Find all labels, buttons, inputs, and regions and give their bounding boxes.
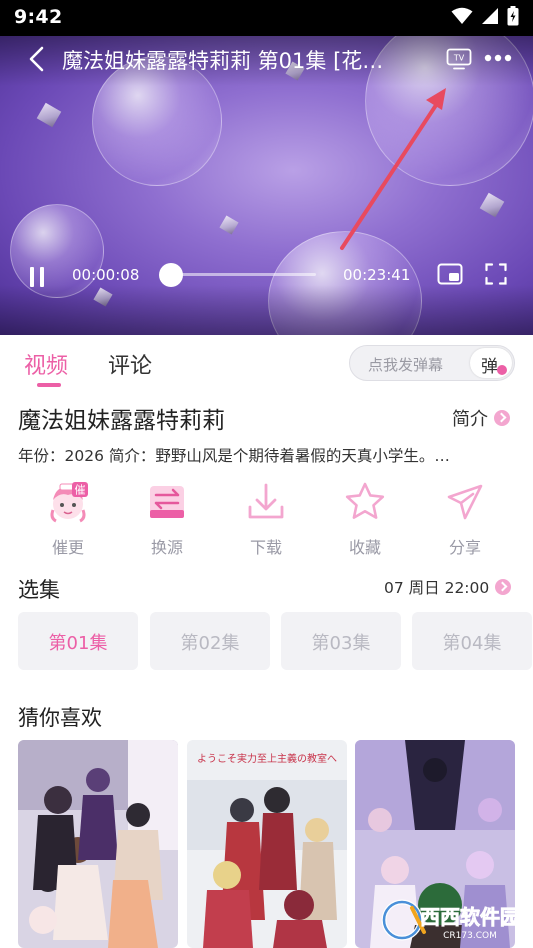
poster-image — [18, 740, 178, 948]
switch-source-button[interactable]: 换源 — [132, 480, 202, 558]
wifi-icon — [451, 7, 473, 24]
poster-caption: ようこそ実力至上主義の教室へ — [197, 752, 337, 765]
episodes-title: 选集 — [18, 578, 60, 602]
episode-label: 第03集 — [311, 633, 371, 654]
episode-item[interactable]: 第02集 — [150, 612, 270, 670]
episode-item[interactable]: 第04集 — [412, 612, 532, 670]
chevron-right-icon — [495, 579, 512, 595]
tab-comments[interactable]: 评论 — [108, 348, 152, 380]
action-label: 换源 — [150, 538, 183, 557]
intro-link-label: 简介 — [452, 409, 488, 430]
share-button[interactable]: 分享 — [430, 480, 500, 558]
episode-label: 第04集 — [442, 633, 502, 654]
annotation-arrow — [340, 88, 446, 250]
current-time: 00:00:08 — [72, 266, 140, 284]
episode-item[interactable]: 第01集 — [18, 612, 138, 670]
danmaku-placeholder: 点我发弹幕 — [368, 356, 444, 374]
action-label: 下载 — [249, 538, 282, 557]
recommendation-card[interactable]: ようこそ実力至上主義の教室へ — [187, 740, 347, 948]
pause-icon[interactable] — [28, 266, 46, 288]
video-cube — [36, 102, 62, 128]
check-badge-icon — [497, 365, 507, 375]
download-icon — [248, 483, 284, 519]
poster-image: ようこそ実力至上主義の教室へ — [187, 740, 347, 948]
star-icon — [345, 482, 385, 519]
recommendation-card[interactable] — [18, 740, 178, 948]
switch-source-icon — [150, 486, 184, 518]
tab-active-indicator — [37, 383, 61, 387]
tv-cast-icon[interactable]: TV — [446, 48, 472, 70]
danmaku-toggle-label: 弹 — [481, 357, 498, 377]
battery-charging-icon — [507, 6, 519, 26]
recommendations-title: 猜你喜欢 — [18, 706, 102, 730]
episode-item[interactable]: 第03集 — [281, 612, 401, 670]
favorite-button[interactable]: 收藏 — [330, 480, 400, 558]
share-icon — [447, 484, 483, 520]
more-icon[interactable] — [484, 50, 512, 66]
player-bottom-bar — [0, 285, 533, 335]
seek-bar[interactable] — [170, 273, 316, 276]
schedule-link[interactable]: 07 周日 22:00 — [384, 576, 512, 598]
back-icon[interactable] — [26, 46, 50, 72]
show-meta: 年份：2026 简介：野野山风是个期待着暑假的天真小学生。… — [18, 447, 450, 465]
watermark-text: 西西软件园 — [420, 905, 520, 929]
tab-video[interactable]: 视频 — [24, 348, 68, 380]
signal-icon — [482, 8, 498, 24]
chibi-mascot-icon: 催 — [50, 482, 88, 523]
danmaku-input[interactable]: 点我发弹幕 弹 — [349, 345, 515, 381]
seek-thumb[interactable] — [159, 263, 183, 287]
tv-badge-text: TV — [453, 54, 465, 63]
action-label: 分享 — [448, 538, 481, 557]
total-time: 00:23:41 — [343, 266, 411, 284]
picture-in-picture-icon[interactable] — [437, 263, 463, 285]
video-cube — [219, 215, 239, 235]
status-time: 9:42 — [14, 6, 63, 28]
episode-label: 第01集 — [48, 633, 108, 654]
download-button[interactable]: 下载 — [231, 480, 301, 558]
site-watermark: 西西软件园 CR173.COM — [381, 899, 520, 941]
danmaku-toggle-button[interactable]: 弹 — [470, 348, 512, 378]
status-icons — [451, 6, 519, 26]
watermark-subtext: CR173.COM — [443, 931, 497, 941]
show-title: 魔法姐妹露露特莉莉 — [18, 408, 225, 434]
remind-badge: 催 — [75, 483, 86, 497]
intro-link[interactable]: 简介 — [452, 405, 510, 431]
schedule-label: 07 周日 22:00 — [384, 579, 490, 597]
episode-label: 第02集 — [180, 633, 240, 654]
video-player[interactable]: 魔法姐妹露露特莉莉 第01集 [花… TV — [0, 36, 533, 335]
fullscreen-icon[interactable] — [485, 263, 507, 285]
action-label: 催更 — [51, 538, 84, 557]
video-cube — [479, 192, 505, 218]
chevron-right-icon — [494, 410, 510, 426]
status-bar: 9:42 — [0, 0, 533, 36]
remind-update-button[interactable]: 催 催更 — [33, 480, 103, 558]
video-title: 魔法姐妹露露特莉莉 第01集 [花… — [62, 49, 384, 73]
action-label: 收藏 — [348, 538, 381, 557]
